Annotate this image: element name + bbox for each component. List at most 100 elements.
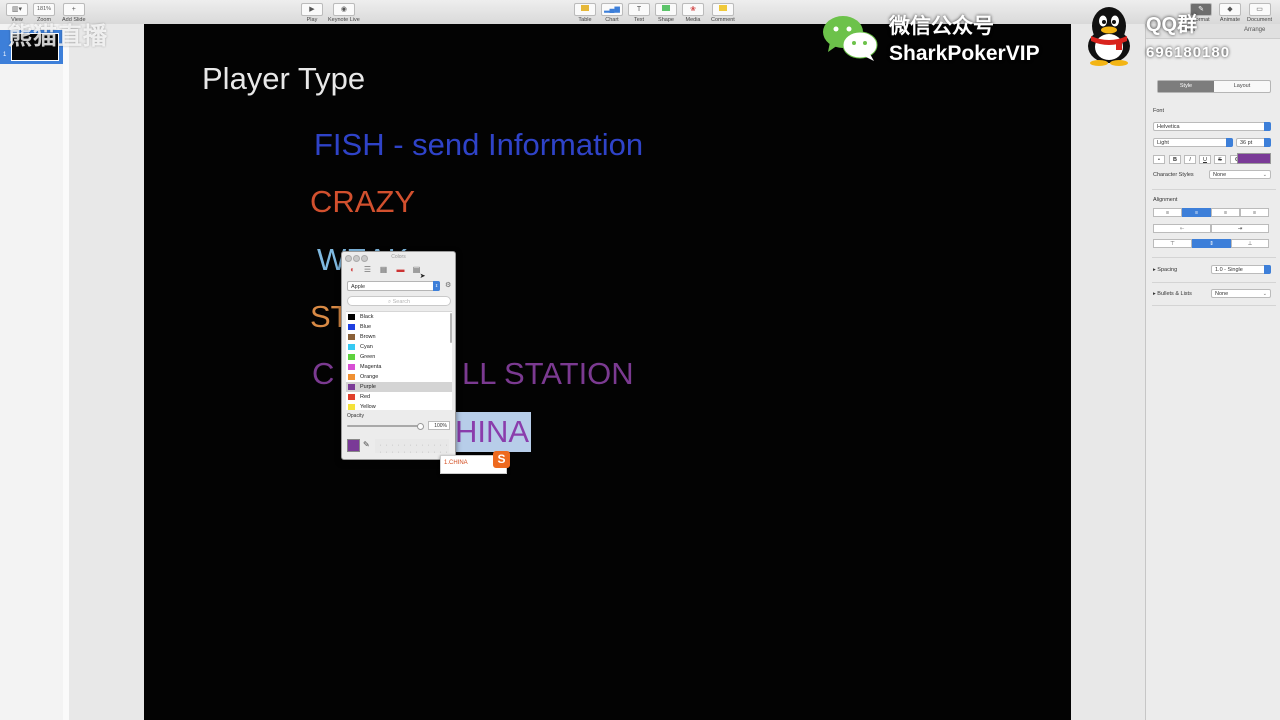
ime-candidate[interactable]: 1.CHINA [444, 460, 468, 466]
color-list-item[interactable]: Purple [346, 382, 452, 392]
character-styles-select[interactable]: None ⌄ [1209, 170, 1271, 179]
opacity-slider[interactable] [347, 425, 422, 427]
line-fish[interactable]: FISH - send Information [314, 127, 643, 163]
color-swatch [348, 334, 355, 340]
slide-canvas[interactable]: Player Type FISH - send Information CRAZ… [144, 24, 1071, 720]
image-palettes-icon[interactable]: ▬ [395, 264, 406, 275]
color-swatch [348, 314, 355, 320]
color-list-item[interactable]: Yellow [346, 402, 452, 410]
slide-navigator [0, 24, 64, 720]
font-size-field[interactable]: 36 pt [1236, 138, 1271, 147]
format-inspector: Text Arrange Style Layout Font Helvetica… [1145, 24, 1280, 720]
color-sliders-icon[interactable]: ☰ [362, 264, 373, 275]
table-button[interactable]: Table [574, 3, 596, 23]
color-palettes-icon[interactable]: ▦ [378, 264, 389, 275]
plus-icon: + [62, 3, 85, 16]
bold-button[interactable]: B [1169, 155, 1181, 164]
text-button[interactable]: T Text [628, 3, 650, 23]
wechat-title: 微信公众号 [889, 15, 994, 38]
color-list-item[interactable]: Black [346, 312, 452, 322]
opacity-slider-knob[interactable] [417, 423, 424, 430]
color-list-item[interactable]: Magenta [346, 362, 452, 372]
keynote-live-button[interactable]: ◉ Keynote Live [328, 3, 360, 23]
stepper-icon [1264, 138, 1271, 147]
saved-swatches[interactable] [375, 439, 449, 453]
media-icon: ❀ [682, 3, 704, 16]
tab-arrange[interactable]: Arrange [1244, 27, 1265, 33]
comment-button[interactable]: Comment [711, 3, 735, 23]
chevron-down-icon: ⌄ [1262, 172, 1267, 178]
align-left-button[interactable]: ≡ [1153, 208, 1182, 217]
color-mode-bar: ◐ ☰ ▦ ▬ ▤ ➤ [342, 263, 455, 280]
style-layout-segment: Style Layout [1157, 80, 1271, 93]
palette-select[interactable]: Apple ⇕ [347, 281, 440, 291]
bullets-disclosure[interactable]: ▸ Bullets & Lists [1153, 291, 1192, 297]
colors-panel[interactable]: Colors ◐ ☰ ▦ ▬ ▤ ➤ Apple ⇕ ⚙ ⌕ Search Bl… [341, 251, 456, 460]
bullets-select[interactable]: None ⌄ [1211, 289, 1271, 298]
color-list-item[interactable]: Brown [346, 332, 452, 342]
color-wheel-icon[interactable]: ◐ [347, 264, 358, 275]
seg-layout[interactable]: Layout [1214, 81, 1270, 92]
text-color-well[interactable] [1237, 153, 1271, 164]
qq-group-title: QQ群 [1146, 14, 1198, 36]
align-center-button[interactable]: ≡ [1182, 208, 1211, 217]
color-swatch [348, 404, 355, 410]
valign-top-button[interactable]: ⊤ [1153, 239, 1192, 248]
diamond-icon: ◆ [1219, 3, 1241, 16]
color-list-item[interactable]: Orange [346, 372, 452, 382]
color-swatch [348, 344, 355, 350]
text-options-button[interactable]: • [1153, 155, 1165, 164]
align-justify-button[interactable]: ≡ [1240, 208, 1269, 217]
color-list-item[interactable]: Red [346, 392, 452, 402]
animate-button[interactable]: ◆ Animate [1219, 3, 1241, 23]
seg-style[interactable]: Style [1158, 81, 1214, 92]
font-family-select[interactable]: Helvetica [1153, 122, 1271, 131]
shape-button[interactable]: Shape [655, 3, 677, 23]
play-icon: ▶ [301, 3, 323, 16]
color-name: Black [360, 314, 374, 320]
opacity-value-field[interactable]: 100% [428, 421, 450, 430]
color-list[interactable]: Black Blue Brown Cyan Green Magenta Orange Purp… [346, 311, 452, 410]
divider [1152, 305, 1276, 306]
gear-icon[interactable]: ⚙ [445, 281, 451, 289]
color-name: Brown [360, 334, 376, 340]
spacing-disclosure[interactable]: ▸ Spacing [1153, 267, 1177, 273]
color-list-item[interactable]: Blue [346, 322, 452, 332]
line-crazy[interactable]: CRAZY [310, 184, 415, 220]
color-search-input[interactable]: ⌕ Search [347, 296, 451, 306]
valign-bottom-button[interactable]: ⊥ [1231, 239, 1269, 248]
current-color-well[interactable] [347, 439, 360, 452]
font-weight-select[interactable]: Light [1153, 138, 1233, 147]
colors-titlebar[interactable]: Colors [342, 252, 455, 263]
qq-group-number: 696180180 [1146, 44, 1231, 61]
strikethrough-button[interactable]: S [1214, 155, 1226, 164]
line-call-station[interactable]: LL STATION [462, 356, 634, 392]
chevron-updown-icon: ⇕ [433, 281, 440, 291]
valign-middle-button[interactable]: ⇕ [1192, 239, 1231, 248]
underline-button[interactable]: U [1199, 155, 1211, 164]
media-button[interactable]: ❀ Media [682, 3, 704, 23]
chart-button[interactable]: ▂▄▆ Chart [601, 3, 623, 23]
wechat-account: SharkPokerVIP [889, 42, 1040, 65]
decrease-indent-button[interactable]: ⇤ [1153, 224, 1211, 233]
document-button[interactable]: ▭ Document [1247, 3, 1272, 23]
color-list-item[interactable]: Cyan [346, 342, 452, 352]
eyedropper-icon[interactable]: ✎ [363, 440, 370, 449]
color-name: Purple [360, 384, 376, 390]
color-list-scrollbar[interactable] [450, 313, 452, 343]
slide-title[interactable]: Player Type [202, 61, 365, 97]
play-button[interactable]: ▶ Play [301, 3, 323, 23]
increase-indent-button[interactable]: ⇥ [1211, 224, 1269, 233]
line-china-selected[interactable]: HINA [453, 412, 532, 452]
view-icon: ▥▾ [6, 3, 28, 16]
line-call-station-prefix[interactable]: C [312, 356, 334, 392]
wechat-icon [823, 16, 878, 61]
divider [1152, 257, 1276, 258]
align-right-button[interactable]: ≡ [1211, 208, 1240, 217]
sogou-ime-icon: S [493, 451, 510, 468]
color-swatch [348, 394, 355, 400]
color-swatch [348, 364, 355, 370]
spacing-select[interactable]: 1.0 - Single [1211, 265, 1271, 274]
color-list-item[interactable]: Green [346, 352, 452, 362]
italic-button[interactable]: I [1184, 155, 1196, 164]
